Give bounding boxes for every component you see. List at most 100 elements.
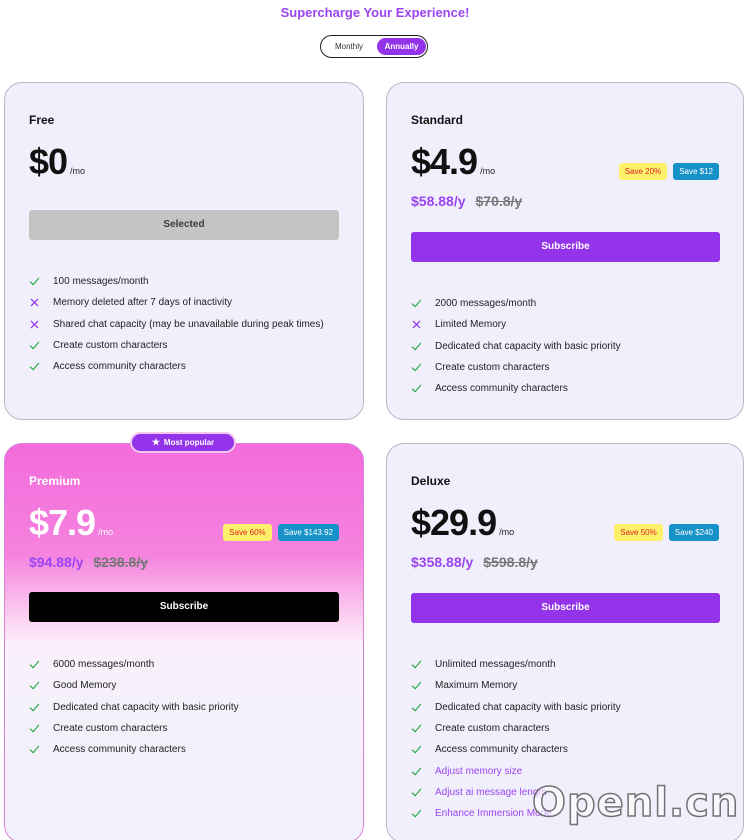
yearly-price-new: $358.88/y [411,554,474,570]
plan-card-standard: Standard $4.9/mo Save 20% Save $12 $58.8… [386,82,744,420]
check-icon [29,659,53,670]
feature-list: 6000 messages/month Good Memory Dedicated … [29,654,239,760]
feature-item: 100 messages/month [29,271,324,292]
save-badges: Save 20% Save $12 [618,163,719,180]
price-period: /mo [499,527,515,537]
save-badges: Save 50% Save $240 [614,524,719,541]
selected-button[interactable]: Selected [29,210,339,240]
save-percent-badge: Save 60% [223,524,272,541]
price-period: /mo [98,527,114,537]
cross-icon [411,319,435,330]
plan-card-free: Free $0/mo Selected 100 messages/month Me… [4,82,364,420]
feature-item: Access community characters [411,378,621,399]
plan-price: $29.9 [411,502,497,543]
feature-text: Create custom characters [435,362,550,374]
feature-text: 6000 messages/month [53,659,155,671]
billing-toggle[interactable]: Monthly Annually [320,35,428,58]
check-icon [411,787,435,798]
check-icon [411,298,435,309]
check-icon [411,808,435,819]
feature-text: Shared chat capacity (may be unavailable… [53,318,324,330]
price-period: /mo [70,166,86,176]
price-row: $0/mo [29,141,85,183]
feature-text: Dedicated chat capacity with basic prior… [435,701,621,713]
feature-text: Create custom characters [53,340,168,352]
save-amount-badge: Save $143.92 [277,524,339,541]
feature-text: Access community characters [53,361,186,373]
feature-text: Limited Memory [435,319,507,331]
check-icon [411,723,435,734]
price-row: $7.9/mo [29,502,113,544]
feature-item: Limited Memory [411,314,621,335]
check-icon [411,383,435,394]
yearly-price: $358.88/y $598.8/y [411,554,538,570]
yearly-price-new: $94.88/y [29,554,84,570]
price-period: /mo [480,166,496,176]
check-icon [29,361,53,372]
feature-list: 100 messages/month Memory deleted after 7… [29,271,324,377]
feature-item: Create custom characters [411,718,621,739]
yearly-price-old: $70.8/y [475,193,523,209]
check-icon [29,702,53,713]
feature-item: Memory deleted after 7 days of inactivit… [29,292,324,313]
feature-text: Dedicated chat capacity with basic prior… [53,701,239,713]
check-icon [29,723,53,734]
billing-annual-option[interactable]: Annually [377,38,426,55]
feature-item: Dedicated chat capacity with basic prior… [29,697,239,718]
feature-item: Create custom characters [29,335,324,356]
check-icon [29,340,53,351]
watermark: Openl.cn [531,779,740,827]
feature-text: Adjust memory size [435,765,523,777]
plan-name: Free [29,113,55,127]
check-icon [411,702,435,713]
plan-card-premium: Premium $7.9/mo Save 60% Save $143.92 $9… [4,443,364,840]
feature-text: Create custom characters [435,723,550,735]
price-row: $29.9/mo [411,502,514,544]
yearly-price-old: $238.8/y [93,554,149,570]
cross-icon [29,297,53,308]
feature-text: 2000 messages/month [435,298,537,310]
price-row: $4.9/mo [411,141,495,183]
check-icon [411,341,435,352]
subscribe-button[interactable]: Subscribe [411,232,720,262]
save-amount-badge: Save $240 [668,524,719,541]
subscribe-button[interactable]: Subscribe [29,592,339,622]
feature-item: Maximum Memory [411,675,621,696]
feature-item: Unlimited messages/month [411,654,621,675]
feature-text: Memory deleted after 7 days of inactivit… [53,297,232,309]
feature-text: 100 messages/month [53,276,149,288]
check-icon [411,680,435,691]
check-icon [411,659,435,670]
save-amount-badge: Save $12 [673,163,719,180]
check-icon [29,680,53,691]
feature-text: Good Memory [53,680,117,692]
save-badges: Save 60% Save $143.92 [223,524,339,541]
feature-item: Dedicated chat capacity with basic prior… [411,697,621,718]
yearly-price: $94.88/y $238.8/y [29,554,148,570]
feature-item: Dedicated chat capacity with basic prior… [411,336,621,357]
feature-text: Unlimited messages/month [435,659,556,671]
check-icon [411,362,435,373]
feature-text: Maximum Memory [435,680,518,692]
feature-item: Adjust memory size [411,760,621,781]
feature-list: 2000 messages/month Limited Memory Dedicat… [411,293,621,399]
check-icon [411,766,435,777]
check-icon [29,744,53,755]
plan-price: $7.9 [29,502,96,543]
yearly-price-new: $58.88/y [411,193,466,209]
feature-text: Access community characters [53,744,186,756]
check-icon [29,276,53,287]
star-icon: ★ [151,437,160,447]
most-popular-label: Most popular [163,438,215,447]
yearly-price: $58.88/y $70.8/y [411,193,522,209]
cross-icon [29,319,53,330]
feature-text: Adjust ai message length [435,786,547,798]
billing-monthly-option[interactable]: Monthly [324,38,374,55]
subscribe-button[interactable]: Subscribe [411,593,720,623]
plan-price: $4.9 [411,141,478,182]
feature-text: Dedicated chat capacity with basic prior… [435,340,621,352]
feature-item: Create custom characters [29,718,239,739]
feature-item: 6000 messages/month [29,654,239,675]
feature-text: Access community characters [435,744,568,756]
yearly-price-old: $598.8/y [483,554,538,570]
